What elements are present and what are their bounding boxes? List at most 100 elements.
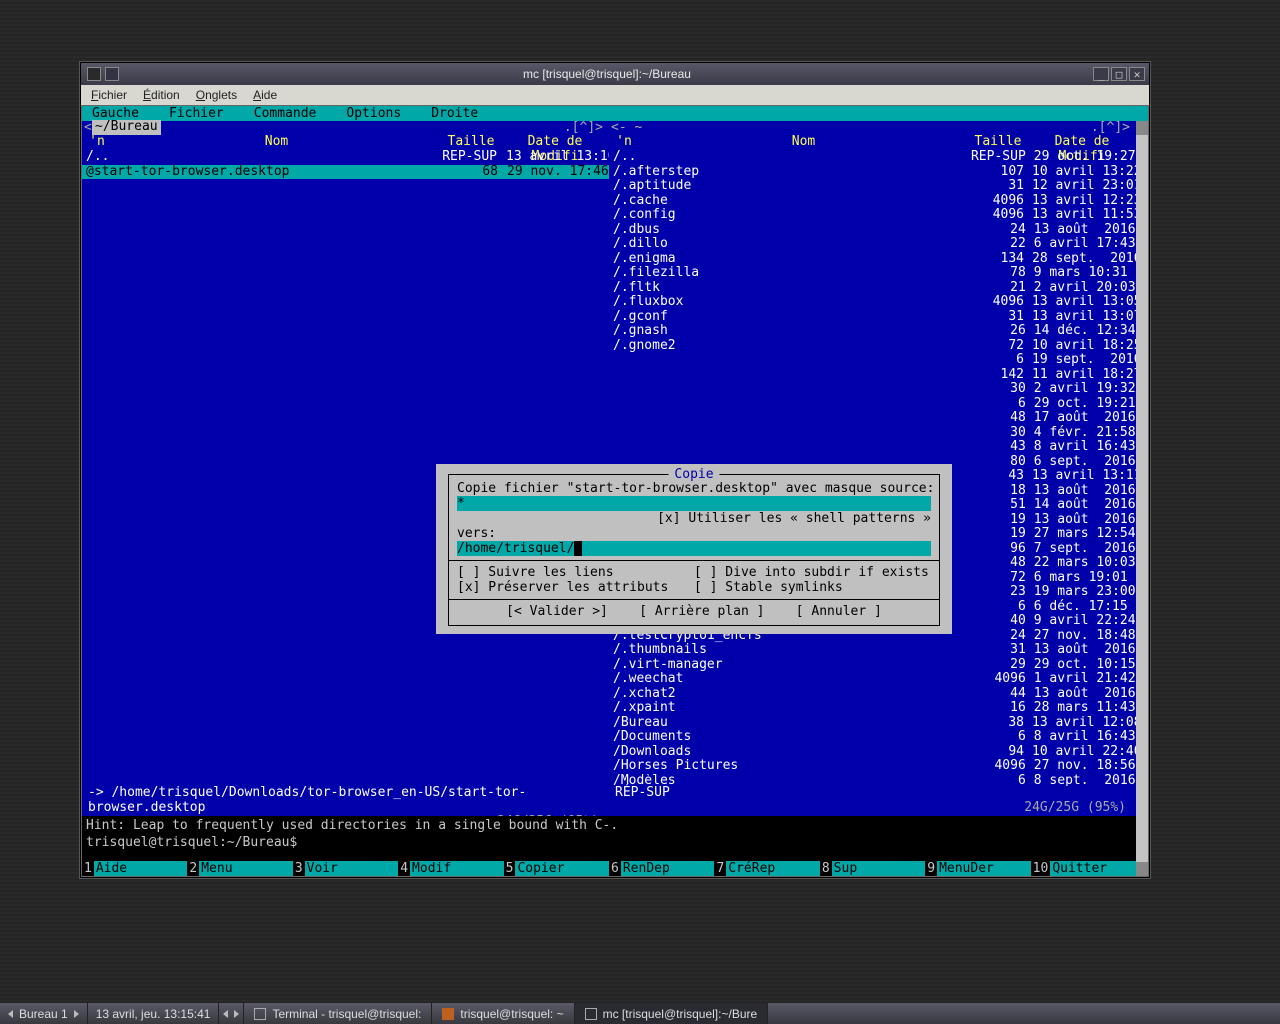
dive-subdir-checkbox[interactable]: [ ] Dive into subdir if exists bbox=[694, 565, 931, 580]
file-row[interactable]: /.fltk212 avril 20:03 bbox=[609, 281, 1136, 296]
function-keys[interactable]: 1Aide2Menu3Voir4Modif5Copier6RenDep7CréR… bbox=[82, 861, 1136, 876]
file-row[interactable]: /.dbus2413 août 2016 bbox=[609, 223, 1136, 238]
shell-patterns-checkbox[interactable]: [x] Utiliser les « shell patterns » bbox=[457, 511, 931, 526]
mc-menu-right[interactable]: Droite bbox=[421, 106, 498, 121]
app-icon bbox=[442, 1008, 454, 1020]
validate-button[interactable]: [< Valider >] bbox=[506, 604, 608, 619]
source-mask-input[interactable]: * bbox=[457, 496, 931, 511]
file-row[interactable]: /.weechat40961 avril 21:42 bbox=[609, 672, 1136, 687]
destination-input[interactable]: /home/trisquel/ bbox=[457, 541, 931, 556]
file-row[interactable]: /.config409613 avril 11:53 bbox=[609, 208, 1136, 223]
titlebar[interactable]: mc [trisquel@trisquel]:~/Bureau _ □ ✕ bbox=[81, 63, 1149, 85]
terminal-window: mc [trisquel@trisquel]:~/Bureau _ □ ✕ Fi… bbox=[80, 62, 1150, 878]
hint-line: Hint: Leap to frequently used directorie… bbox=[82, 816, 1136, 835]
terminal-area: Gauche Fichier Commande Options Droite <… bbox=[81, 105, 1149, 877]
left-path[interactable]: ~/Bureau bbox=[92, 120, 161, 135]
file-row[interactable]: /Horses Pictures409627 nov. 18:56 bbox=[609, 759, 1136, 774]
fkey-5[interactable]: 5Copier bbox=[504, 861, 609, 876]
file-row[interactable]: 4817 août 2016 bbox=[609, 411, 1136, 426]
right-status: RÉP-SUP bbox=[609, 786, 1136, 801]
task-terminal-1[interactable]: Terminal - trisquel@trisquel: bbox=[244, 1003, 432, 1024]
file-row[interactable]: /Documents68 avril 16:43 bbox=[609, 730, 1136, 745]
menu-tabs[interactable]: Onglets bbox=[196, 88, 237, 102]
chevron-left-icon[interactable] bbox=[8, 1010, 13, 1018]
file-row[interactable]: /.afterstep10710 avril 13:22 bbox=[609, 165, 1136, 180]
terminal-footer: Hint: Leap to frequently used directorie… bbox=[82, 816, 1136, 876]
file-row[interactable]: 14211 avril 18:27 bbox=[609, 368, 1136, 383]
window-menu-icon[interactable] bbox=[87, 67, 101, 81]
file-row[interactable]: /.gnome27210 avril 18:25 bbox=[609, 339, 1136, 354]
scroll-down-icon[interactable] bbox=[1136, 862, 1148, 876]
fkey-9[interactable]: 9MenuDer bbox=[925, 861, 1030, 876]
fkey-1[interactable]: 1Aide bbox=[82, 861, 187, 876]
dialog-title: Copie bbox=[668, 467, 719, 482]
chevron-left-icon[interactable] bbox=[223, 1010, 228, 1018]
mc-menubar[interactable]: Gauche Fichier Commande Options Droite bbox=[82, 106, 1148, 121]
close-button[interactable]: ✕ bbox=[1129, 67, 1145, 81]
file-row[interactable]: /Downloads9410 avril 22:40 bbox=[609, 745, 1136, 760]
file-row[interactable]: /.filezilla789 mars 10:31 bbox=[609, 266, 1136, 281]
task-terminal-2[interactable]: trisquel@trisquel: ~ bbox=[432, 1003, 574, 1024]
scroll-up-icon[interactable] bbox=[1136, 121, 1148, 135]
file-row[interactable]: 619 sept. 2016 bbox=[609, 353, 1136, 368]
file-row[interactable]: /.virt-manager2929 oct. 10:15 bbox=[609, 658, 1136, 673]
taskbar[interactable]: Bureau 1 13 avril, jeu. 13:15:41 Termina… bbox=[0, 1002, 1280, 1024]
fkey-8[interactable]: 8Sup bbox=[820, 861, 925, 876]
mc-menu-opt[interactable]: Options bbox=[336, 106, 421, 121]
minimize-button[interactable]: _ bbox=[1093, 67, 1109, 81]
fkey-4[interactable]: 4Modif bbox=[398, 861, 503, 876]
terminal-icon bbox=[254, 1008, 266, 1020]
fkey-7[interactable]: 7CréRep bbox=[714, 861, 819, 876]
file-row[interactable]: /.xpaint1628 mars 11:43 bbox=[609, 701, 1136, 716]
file-row[interactable]: 438 avril 16:43 bbox=[609, 440, 1136, 455]
copy-dialog: Copie Copie fichier "start-tor-browser.d… bbox=[436, 464, 952, 634]
fkey-2[interactable]: 2Menu bbox=[187, 861, 292, 876]
background-button[interactable]: [ Arrière plan ] bbox=[639, 604, 764, 619]
file-row[interactable]: /Bureau3813 avril 12:08 bbox=[609, 716, 1136, 731]
app-icon bbox=[105, 67, 119, 81]
shell-prompt[interactable]: trisquel@trisquel:~/Bureau$ bbox=[82, 835, 1136, 850]
right-disk: 24G/25G (95%) bbox=[609, 801, 1136, 816]
file-row[interactable]: /.enigma13428 sept. 2016 bbox=[609, 252, 1136, 267]
taskbar-nav[interactable] bbox=[219, 1003, 244, 1024]
file-row[interactable]: /.fluxbox409613 avril 13:05 bbox=[609, 295, 1136, 310]
chevron-right-icon[interactable] bbox=[74, 1010, 79, 1018]
terminal-scrollbar[interactable] bbox=[1136, 121, 1148, 876]
file-row[interactable]: 629 oct. 19:21 bbox=[609, 397, 1136, 412]
file-row[interactable]: /.gnash2614 déc. 12:34 bbox=[609, 324, 1136, 339]
chevron-right-icon[interactable] bbox=[234, 1010, 239, 1018]
file-row[interactable]: /.xchat24413 août 2016 bbox=[609, 687, 1136, 702]
workspace-switcher[interactable]: Bureau 1 bbox=[0, 1003, 88, 1024]
cancel-button[interactable]: [ Annuler ] bbox=[796, 604, 882, 619]
file-row[interactable]: 302 avril 19:32 bbox=[609, 382, 1136, 397]
file-row[interactable]: /.aptitude3112 avril 23:01 bbox=[609, 179, 1136, 194]
file-row[interactable]: 304 févr. 21:58 bbox=[609, 426, 1136, 441]
fkey-6[interactable]: 6RenDep bbox=[609, 861, 714, 876]
file-row[interactable]: @start-tor-browser.desktop6829 nov. 17:4… bbox=[82, 165, 609, 180]
menu-edit[interactable]: Édition bbox=[143, 88, 180, 102]
preserve-attrs-checkbox[interactable]: [x] Préserver les attributs bbox=[457, 580, 694, 595]
to-label: vers: bbox=[457, 526, 931, 541]
file-row[interactable]: /.dillo226 avril 17:43 bbox=[609, 237, 1136, 252]
terminal-icon bbox=[585, 1008, 597, 1020]
follow-links-checkbox[interactable]: [ ] Suivre les liens bbox=[457, 565, 694, 580]
file-row[interactable]: /.gconf3113 avril 13:07 bbox=[609, 310, 1136, 325]
window-title: mc [trisquel@trisquel]:~/Bureau bbox=[125, 67, 1089, 81]
mc-menu-file[interactable]: Fichier bbox=[159, 106, 244, 121]
mc-menu-cmd[interactable]: Commande bbox=[244, 106, 337, 121]
file-row[interactable]: /..RÉP-SUP13 avril 13:10 bbox=[82, 150, 609, 165]
stable-symlinks-checkbox[interactable]: [ ] Stable symlinks bbox=[694, 580, 931, 595]
file-row[interactable]: /..RÉP-SUP29 oct. 19:27 bbox=[609, 150, 1136, 165]
dialog-prompt: Copie fichier "start-tor-browser.desktop… bbox=[457, 481, 931, 496]
taskbar-clock: 13 avril, jeu. 13:15:41 bbox=[88, 1003, 220, 1024]
fkey-3[interactable]: 3Voir bbox=[293, 861, 398, 876]
task-mc[interactable]: mc [trisquel@trisquel]:~/Bure bbox=[575, 1003, 769, 1024]
file-row[interactable]: /Modèles68 sept. 2016 bbox=[609, 774, 1136, 787]
fkey-10[interactable]: 10Quitter bbox=[1031, 861, 1136, 876]
menu-file[interactable]: Fichier bbox=[91, 88, 127, 102]
file-row[interactable]: /.thumbnails3113 août 2016 bbox=[609, 643, 1136, 658]
app-menubar[interactable]: Fichier Édition Onglets Aide bbox=[81, 85, 1149, 105]
menu-help[interactable]: Aide bbox=[253, 88, 277, 102]
file-row[interactable]: /.cache409613 avril 12:23 bbox=[609, 194, 1136, 209]
maximize-button[interactable]: □ bbox=[1111, 67, 1127, 81]
